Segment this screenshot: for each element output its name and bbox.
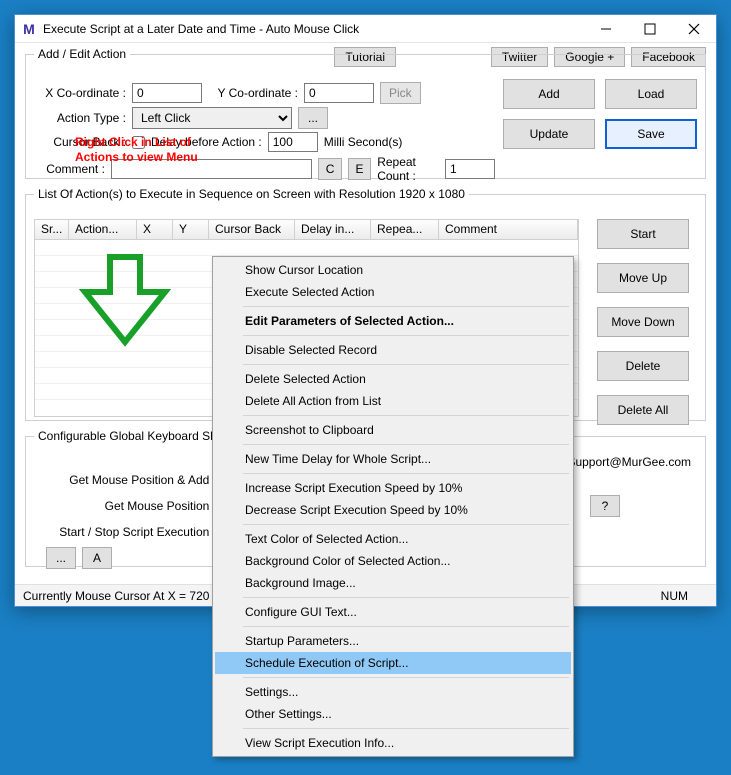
getpos-label: Get Mouse Position : xyxy=(46,499,216,513)
delay-label: Delay before Action : xyxy=(151,135,262,149)
col-x: X xyxy=(137,220,173,239)
menu-item[interactable]: Disable Selected Record xyxy=(215,339,571,361)
titlebar: M Execute Script at a Later Date and Tim… xyxy=(15,15,716,43)
close-button[interactable] xyxy=(672,15,716,43)
menu-item[interactable]: Background Image... xyxy=(215,572,571,594)
moveup-button[interactable]: Move Up xyxy=(597,263,689,293)
repeat-input[interactable] xyxy=(445,159,495,179)
y-label: Y Co-ordinate : xyxy=(208,86,298,100)
add-edit-legend: Add / Edit Action xyxy=(34,47,130,61)
save-button[interactable]: Save xyxy=(605,119,697,149)
col-comment: Comment xyxy=(439,220,578,239)
app-icon: M xyxy=(21,21,37,37)
menu-item[interactable]: Other Settings... xyxy=(215,703,571,725)
startstop-label: Start / Stop Script Execution : xyxy=(46,525,216,539)
col-action: Action... xyxy=(69,220,137,239)
dots-button[interactable]: ... xyxy=(46,547,76,569)
load-button[interactable]: Load xyxy=(605,79,697,109)
pick-button[interactable]: Pick xyxy=(380,82,421,104)
menu-item[interactable]: Startup Parameters... xyxy=(215,630,571,652)
delete-button[interactable]: Delete xyxy=(597,351,689,381)
add-edit-group: Add / Edit Action X Co-ordinate : Y Co-o… xyxy=(25,47,706,179)
movedown-button[interactable]: Move Down xyxy=(597,307,689,337)
maximize-button[interactable] xyxy=(628,15,672,43)
delay-input[interactable] xyxy=(268,132,318,152)
action-type-select[interactable]: Left Click xyxy=(132,107,292,129)
col-sr: Sr... xyxy=(35,220,69,239)
help-button[interactable]: ? xyxy=(590,495,620,517)
menu-item[interactable]: Show Cursor Location xyxy=(215,259,571,281)
cursor-back-check[interactable] xyxy=(132,136,145,149)
window-title: Execute Script at a Later Date and Time … xyxy=(43,22,584,36)
deleteall-button[interactable]: Delete All xyxy=(597,395,689,425)
x-label: X Co-ordinate : xyxy=(36,86,126,100)
action-type-more-button[interactable]: ... xyxy=(298,107,328,129)
menu-item[interactable]: Decrease Script Execution Speed by 10% xyxy=(215,499,571,521)
col-delay: Delay in... xyxy=(295,220,371,239)
col-repeat: Repea... xyxy=(371,220,439,239)
x-input[interactable] xyxy=(132,83,202,103)
c-button[interactable]: C xyxy=(318,158,341,180)
delay-unit: Milli Second(s) xyxy=(324,135,403,149)
repeat-label: Repeat Count : xyxy=(377,155,439,183)
menu-item[interactable]: Text Color of Selected Action... xyxy=(215,528,571,550)
menu-item[interactable]: Edit Parameters of Selected Action... xyxy=(215,310,571,332)
comment-input[interactable] xyxy=(111,159,312,179)
list-legend: List Of Action(s) to Execute in Sequence… xyxy=(34,187,469,201)
table-header: Sr... Action... X Y Cursor Back Delay in… xyxy=(35,220,578,240)
menu-item[interactable]: Delete All Action from List xyxy=(215,390,571,412)
minimize-button[interactable] xyxy=(584,15,628,43)
getpos-add-label: Get Mouse Position & Add : xyxy=(46,473,216,487)
menu-item[interactable]: Settings... xyxy=(215,681,571,703)
status-num: NUM xyxy=(661,589,708,603)
menu-item[interactable]: View Script Execution Info... xyxy=(215,732,571,754)
menu-item[interactable]: Execute Selected Action xyxy=(215,281,571,303)
menu-item[interactable]: Background Color of Selected Action... xyxy=(215,550,571,572)
cursor-back-label: Cursor Back : xyxy=(36,135,126,149)
context-menu[interactable]: Show Cursor LocationExecute Selected Act… xyxy=(212,256,574,757)
menu-item[interactable]: Schedule Execution of Script... xyxy=(215,652,571,674)
menu-item[interactable]: Increase Script Execution Speed by 10% xyxy=(215,477,571,499)
add-button[interactable]: Add xyxy=(503,79,595,109)
start-button[interactable]: Start xyxy=(597,219,689,249)
col-y: Y xyxy=(173,220,209,239)
action-type-label: Action Type : xyxy=(36,111,126,125)
comment-label: Comment : xyxy=(36,162,105,176)
menu-item[interactable]: Delete Selected Action xyxy=(215,368,571,390)
e-button[interactable]: E xyxy=(348,158,371,180)
update-button[interactable]: Update xyxy=(503,119,595,149)
menu-item[interactable]: Screenshot to Clipboard xyxy=(215,419,571,441)
status-cursor: Currently Mouse Cursor At X = 720 xyxy=(23,589,209,603)
a-button[interactable]: A xyxy=(82,547,112,569)
y-input[interactable] xyxy=(304,83,374,103)
col-cursorback: Cursor Back xyxy=(209,220,295,239)
menu-item[interactable]: New Time Delay for Whole Script... xyxy=(215,448,571,470)
menu-item[interactable]: Configure GUI Text... xyxy=(215,601,571,623)
